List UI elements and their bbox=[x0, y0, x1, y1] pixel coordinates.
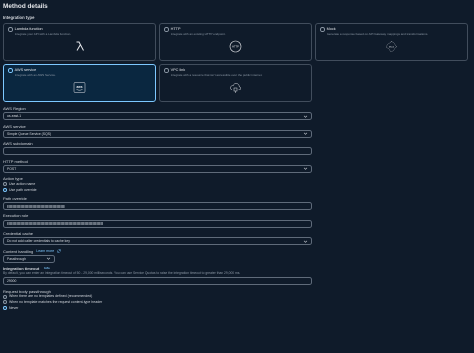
redacted-value bbox=[7, 204, 65, 208]
passthrough-option-label: Never bbox=[9, 305, 19, 310]
vpc-link-icon bbox=[229, 80, 243, 94]
execution-role-label: Execution role bbox=[3, 213, 29, 219]
content-handling-label: Content handling bbox=[3, 248, 34, 254]
http-method-select[interactable]: POST bbox=[3, 164, 312, 173]
aws-service-value: Simple Queue Service (SQS) bbox=[7, 131, 52, 136]
chevron-down-icon bbox=[303, 240, 308, 243]
http-icon: HTTP bbox=[229, 39, 243, 53]
card-desc-http: Integrate with an existing HTTP endpoint… bbox=[170, 32, 226, 36]
action-type-label: Action type bbox=[3, 176, 23, 182]
radio-no-templates[interactable] bbox=[3, 294, 7, 299]
chevron-down-icon bbox=[303, 168, 308, 171]
action-type-option-label: Use path override bbox=[9, 187, 37, 192]
integration-card-aws-service[interactable]: AWS service Integrate with an AWS Servic… bbox=[3, 64, 156, 102]
passthrough-option-label: When no template matches the request con… bbox=[9, 299, 103, 304]
svg-text:Mock: Mock bbox=[389, 46, 395, 48]
http-method-value: POST bbox=[7, 166, 17, 171]
method-details-page: Method details Integration type Lambda f… bbox=[0, 0, 474, 353]
card-desc-aws-service: Integrate with an AWS Service. bbox=[14, 73, 56, 77]
request-body-passthrough-label: Request body passthrough bbox=[3, 288, 51, 294]
aws-region-value: us-east-1 bbox=[7, 114, 22, 119]
credential-cache-value: Do not add caller credentials to cache k… bbox=[7, 239, 70, 244]
learn-more-link[interactable]: Learn more bbox=[36, 249, 54, 254]
card-desc-lambda: Integrate your API with a Lambda functio… bbox=[14, 32, 72, 36]
action-type-option-path[interactable]: Use path override bbox=[3, 188, 471, 193]
credential-cache-select[interactable]: Do not add caller credentials to cache k… bbox=[3, 237, 312, 246]
aws-subdomain-input[interactable] bbox=[3, 147, 312, 156]
aws-subdomain-label: AWS subdomain bbox=[3, 141, 33, 147]
integration-card-vpc-link[interactable]: VPC link Integrate with a resource that … bbox=[159, 64, 312, 102]
http-method-label: HTTP method bbox=[3, 158, 28, 164]
svg-text:aws: aws bbox=[76, 85, 82, 89]
content-handling-label-row: Content handling Learn more bbox=[3, 249, 471, 254]
radio-lambda[interactable] bbox=[8, 27, 13, 32]
passthrough-option-never[interactable]: Never bbox=[3, 306, 471, 311]
chevron-down-icon bbox=[303, 115, 308, 118]
radio-path-override[interactable] bbox=[3, 188, 7, 192]
passthrough-option-no-templates[interactable]: When there are no templates defined (rec… bbox=[3, 294, 471, 299]
integration-card-http[interactable]: HTTP Integrate with an existing HTTP end… bbox=[159, 23, 312, 61]
external-link-icon[interactable] bbox=[57, 249, 61, 253]
radio-vpc-link[interactable] bbox=[164, 68, 169, 73]
integration-timeout-value: 29000 bbox=[7, 279, 17, 284]
integration-card-lambda[interactable]: Lambda function Integrate your API with … bbox=[3, 23, 156, 61]
radio-mock[interactable] bbox=[320, 27, 325, 32]
card-desc-mock: Generate a response based on API Gateway… bbox=[326, 32, 429, 36]
execution-role-input[interactable] bbox=[3, 219, 312, 228]
chevron-down-icon bbox=[46, 257, 51, 261]
radio-http[interactable] bbox=[164, 27, 169, 32]
radio-aws-service[interactable] bbox=[8, 68, 13, 73]
page-title: Method details bbox=[3, 3, 48, 10]
aws-region-select[interactable]: us-east-1 bbox=[3, 112, 312, 121]
card-desc-vpc-link: Integrate with a resource that isn't acc… bbox=[170, 73, 263, 77]
integration-timeout-hint: By default, you can enter an integration… bbox=[3, 271, 241, 276]
radio-never[interactable] bbox=[3, 306, 7, 311]
svg-text:HTTP: HTTP bbox=[232, 44, 239, 48]
action-type-option-label: Use action name bbox=[9, 181, 36, 186]
action-type-option-name[interactable]: Use action name bbox=[3, 182, 471, 187]
content-handling-value: Passthrough bbox=[7, 256, 27, 261]
integration-type-cards: Lambda function Integrate your API with … bbox=[3, 23, 471, 102]
redacted-value bbox=[7, 222, 103, 226]
integration-timeout-input[interactable]: 29000 bbox=[3, 277, 312, 286]
radio-action-name[interactable] bbox=[3, 182, 7, 187]
integration-type-label: Integration type bbox=[3, 15, 35, 20]
integration-card-mock[interactable]: Mock Generate a response based on API Ga… bbox=[315, 23, 468, 61]
aws-service-select[interactable]: Simple Queue Service (SQS) bbox=[3, 129, 312, 138]
credential-cache-label: Credential cache bbox=[3, 231, 34, 237]
aws-region-label: AWS Region bbox=[3, 106, 26, 111]
aws-service-label: AWS service bbox=[3, 123, 26, 129]
lambda-icon bbox=[73, 39, 87, 53]
content-handling-select[interactable]: Passthrough bbox=[3, 254, 55, 263]
passthrough-option-no-match[interactable]: When no template matches the request con… bbox=[3, 300, 471, 305]
passthrough-option-label: When there are no templates defined (rec… bbox=[9, 294, 93, 299]
chevron-down-icon bbox=[303, 132, 308, 135]
mock-icon: Mock bbox=[385, 39, 399, 53]
radio-no-match[interactable] bbox=[3, 300, 7, 305]
path-override-label: Path override bbox=[3, 195, 27, 201]
aws-icon: aws bbox=[73, 80, 87, 94]
path-override-input[interactable] bbox=[3, 202, 312, 211]
